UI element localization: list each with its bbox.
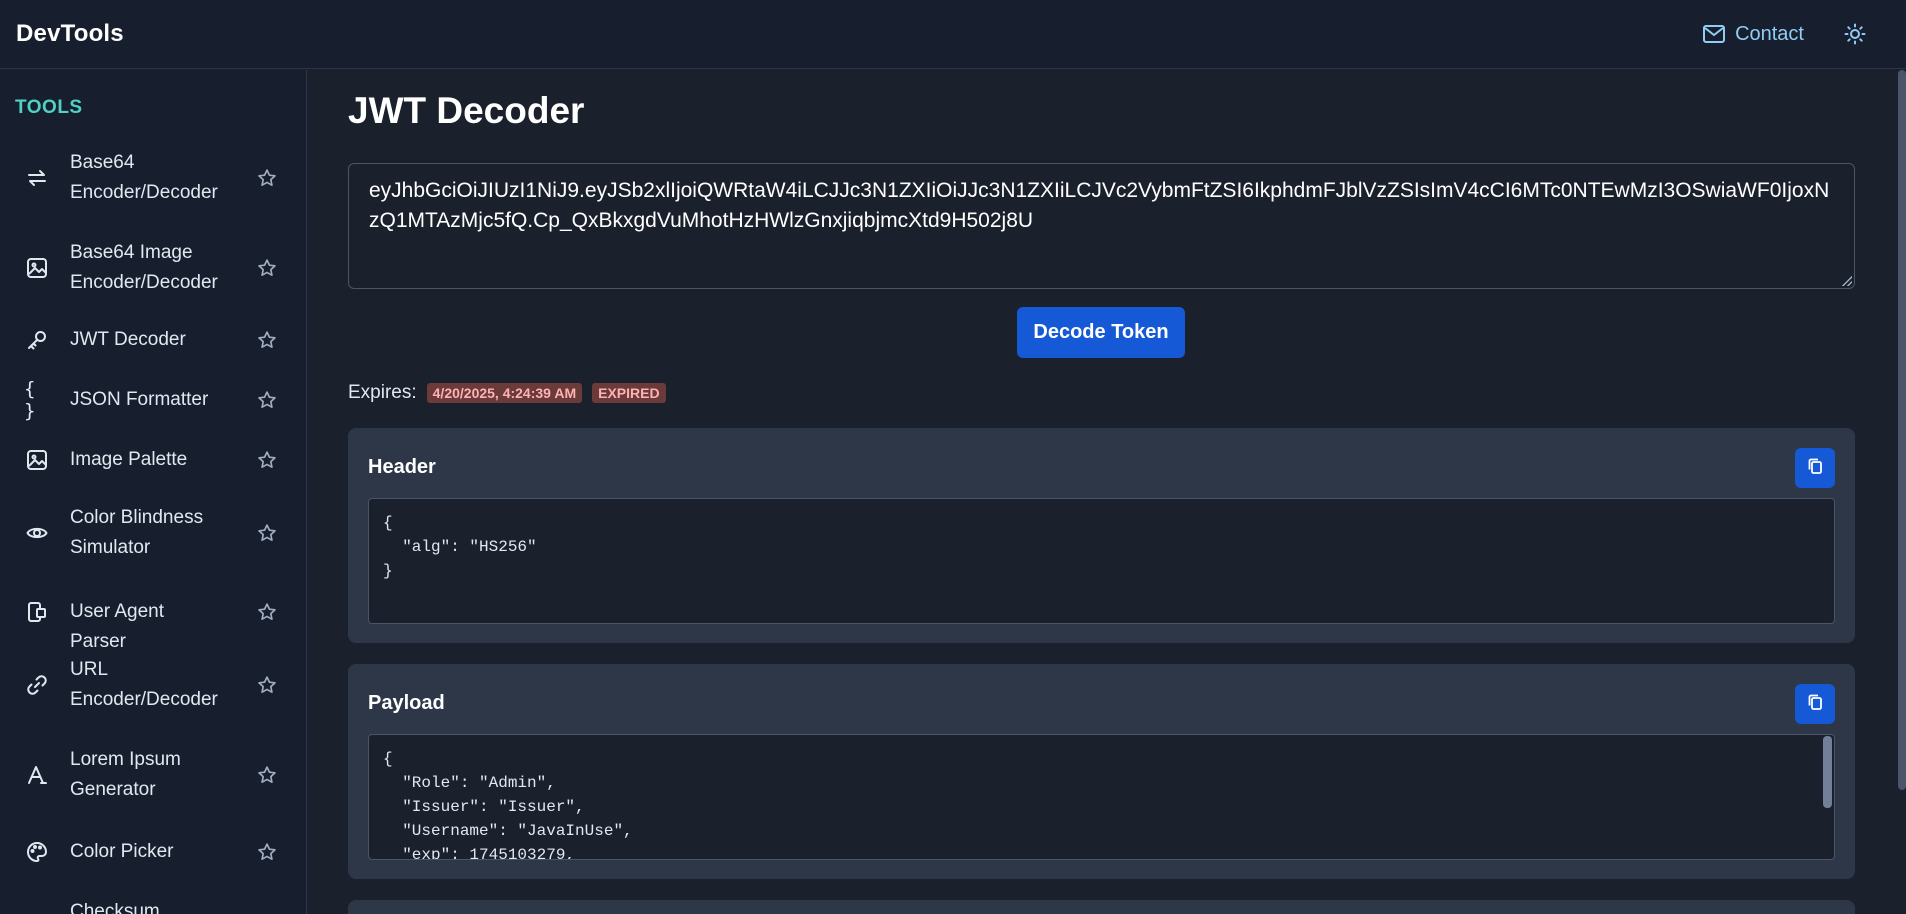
decode-token-button[interactable]: Decode Token	[1017, 307, 1185, 358]
eye-icon	[24, 520, 50, 546]
expired-badge: EXPIRED	[592, 383, 666, 403]
devices-icon	[24, 599, 50, 625]
page-title: JWT Decoder	[348, 90, 585, 131]
token-input[interactable]: eyJhbGciOiJIUzI1NiJ9.eyJSb2xlIjoiQWRtaW4…	[348, 163, 1855, 289]
copy-icon	[1806, 457, 1824, 480]
top-bar: DevTools Contact	[0, 0, 1906, 69]
expires-row: Expires: 4/20/2025, 4:24:39 AM EXPIRED	[348, 382, 666, 404]
sidebar-item-label: Image Palette	[70, 449, 188, 470]
expires-date-badge: 4/20/2025, 4:24:39 AM	[426, 383, 583, 403]
star-icon[interactable]	[255, 388, 279, 412]
header-panel-title: Header	[368, 456, 436, 478]
key-icon	[24, 327, 50, 353]
star-icon[interactable]	[255, 256, 279, 280]
link-icon	[24, 672, 50, 698]
star-icon[interactable]	[255, 521, 279, 545]
sidebar-item-checksum[interactable]: Checksum	[0, 890, 306, 914]
braces-icon: { }	[24, 378, 36, 422]
star-icon[interactable]	[255, 166, 279, 190]
sidebar-item-user-agent-parser[interactable]: User Agent Parser	[0, 590, 306, 652]
sidebar-item-lorem-ipsum[interactable]: Lorem Ipsum Generator	[0, 745, 306, 805]
expires-label: Expires:	[348, 382, 417, 403]
sidebar-item-image-palette[interactable]: Image Palette	[0, 438, 306, 482]
sidebar-item-label: JWT Decoder	[70, 329, 186, 350]
sidebar: TOOLS Base64 Encoder/Decoder Base64 Imag…	[0, 70, 307, 914]
payload-json-output[interactable]: { "Role": "Admin", "Issuer": "Issuer", "…	[368, 734, 1835, 860]
theme-toggle-button[interactable]	[1844, 23, 1866, 45]
sidebar-item-json-formatter[interactable]: { } JSON Formatter	[0, 378, 306, 422]
page-scrollbar[interactable]	[1898, 70, 1906, 790]
sidebar-item-label: User Agent Parser	[70, 601, 164, 652]
copy-icon	[1806, 693, 1824, 716]
copy-header-button[interactable]	[1795, 448, 1835, 488]
sidebar-item-jwt-decoder[interactable]: JWT Decoder	[0, 318, 306, 362]
star-icon[interactable]	[255, 673, 279, 697]
main-content: JWT Decoder eyJhbGciOiJIUzI1NiJ9.eyJSb2x…	[308, 70, 1898, 914]
signature-panel	[348, 900, 1855, 914]
arrows-swap-icon	[24, 165, 50, 191]
copy-payload-button[interactable]	[1795, 684, 1835, 724]
payload-panel-title: Payload	[368, 692, 445, 714]
sidebar-item-label: JSON Formatter	[70, 389, 209, 410]
top-actions: Contact	[1703, 23, 1890, 46]
sidebar-item-label: Color Picker	[70, 841, 174, 862]
sidebar-item-base64[interactable]: Base64 Encoder/Decoder	[0, 148, 306, 208]
sidebar-item-base64-image[interactable]: Base64 Image Encoder/Decoder	[0, 238, 306, 298]
star-icon[interactable]	[255, 600, 279, 624]
token-value: eyJhbGciOiJIUzI1NiJ9.eyJSb2xlIjoiQWRtaW4…	[369, 179, 1830, 232]
star-icon[interactable]	[255, 763, 279, 787]
payload-scrollbar[interactable]	[1823, 736, 1832, 808]
contact-link[interactable]: Contact	[1703, 23, 1804, 46]
sidebar-item-color-picker[interactable]: Color Picker	[0, 830, 306, 874]
contact-label: Contact	[1735, 22, 1804, 45]
sidebar-item-label: URL Encoder/Decoder	[70, 659, 218, 710]
sidebar-item-url-encoder[interactable]: URL Encoder/Decoder	[0, 655, 306, 715]
resize-handle[interactable]	[1842, 276, 1852, 286]
sidebar-item-label: Base64 Encoder/Decoder	[70, 152, 218, 203]
sidebar-item-color-blindness[interactable]: Color Blindness Simulator	[0, 503, 306, 563]
sidebar-item-label: Checksum	[70, 901, 160, 914]
mail-icon	[1703, 25, 1726, 43]
star-icon[interactable]	[255, 328, 279, 352]
header-json-output[interactable]: { "alg": "HS256" }	[368, 498, 1835, 624]
sidebar-heading: TOOLS	[15, 97, 83, 118]
sun-icon	[1844, 23, 1866, 45]
type-icon	[24, 762, 50, 788]
sidebar-item-label: Lorem Ipsum Generator	[70, 749, 181, 800]
star-icon[interactable]	[255, 448, 279, 472]
palette-icon	[24, 839, 50, 865]
image-icon	[24, 447, 50, 473]
header-panel: Header { "alg": "HS256" }	[348, 428, 1855, 643]
star-icon[interactable]	[255, 840, 279, 864]
image-icon	[24, 255, 50, 281]
brand-logo[interactable]: DevTools	[16, 20, 124, 48]
payload-panel: Payload { "Role": "Admin", "Issuer": "Is…	[348, 664, 1855, 879]
sidebar-item-label: Base64 Image Encoder/Decoder	[70, 242, 218, 293]
sidebar-item-label: Color Blindness Simulator	[70, 507, 204, 558]
